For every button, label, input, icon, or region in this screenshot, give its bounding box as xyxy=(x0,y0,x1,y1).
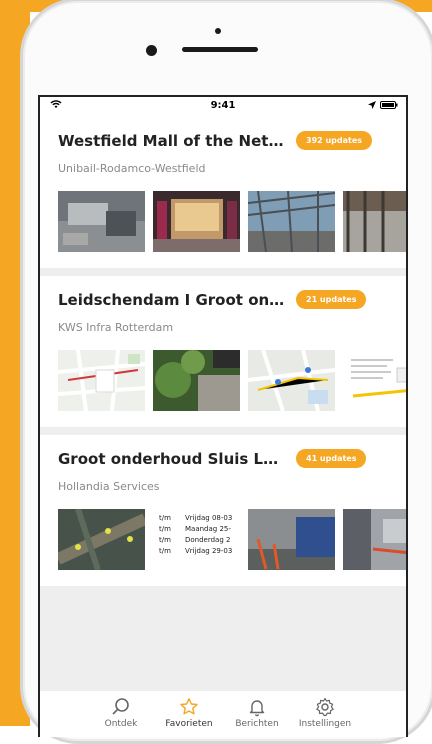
schedule-prefix: t/m xyxy=(159,514,171,522)
project-title: Leidschendam I Groot onderho... xyxy=(58,290,288,309)
tab-bar: Ontdek Favorieten Berichten Instellingen xyxy=(40,690,406,737)
schedule-thumbnail[interactable]: t/m Vrijdag 08-03 t/m Maandag 25- t/m Donde… xyxy=(153,509,240,570)
photo-thumbnail[interactable] xyxy=(248,509,335,570)
photo-thumbnail[interactable] xyxy=(248,191,335,252)
aerial-photo-thumbnail[interactable] xyxy=(58,509,145,570)
project-card[interactable]: Westfield Mall of the Netherla... 392 up… xyxy=(40,131,406,268)
schedule-date: Donderdag 2 xyxy=(185,536,231,544)
tab-instellingen[interactable]: Instellingen xyxy=(298,691,352,737)
earpiece-speaker xyxy=(182,47,258,52)
photo-strip xyxy=(58,191,406,252)
photo-strip: t/m Vrijdag 08-03 t/m Maandag 25- t/m Donde… xyxy=(58,509,406,570)
updates-badge: 41 updates xyxy=(296,449,367,468)
tab-label: Ontdek xyxy=(104,719,138,729)
schedule-date: Vrijdag 29-03 xyxy=(185,547,233,555)
battery-icon xyxy=(380,101,398,109)
photo-strip xyxy=(58,350,406,411)
search-icon xyxy=(112,698,129,715)
location-icon xyxy=(368,101,376,109)
project-company: Hollandia Services xyxy=(58,480,160,493)
project-title: Groot onderhoud Sluis Leidsch... xyxy=(58,449,288,468)
tab-favorieten[interactable]: Favorieten xyxy=(162,691,216,737)
photo-thumbnail[interactable] xyxy=(153,350,240,411)
front-camera xyxy=(146,45,157,56)
schedule-date: Vrijdag 08-03 xyxy=(185,514,233,522)
project-title: Westfield Mall of the Netherla... xyxy=(58,131,288,150)
photo-thumbnail[interactable] xyxy=(58,191,145,252)
updates-badge: 392 updates xyxy=(296,131,373,150)
schedule-prefix: t/m xyxy=(159,536,171,544)
photo-thumbnail[interactable] xyxy=(343,509,406,570)
schedule-prefix: t/m xyxy=(159,547,171,555)
map-thumbnail[interactable] xyxy=(248,350,335,411)
photo-thumbnail[interactable] xyxy=(153,191,240,252)
map-thumbnail[interactable] xyxy=(58,350,145,411)
status-bar: 9:41 xyxy=(40,97,406,115)
tab-label: Favorieten xyxy=(165,719,213,729)
tab-label: Instellingen xyxy=(298,719,352,729)
project-card[interactable]: Groot onderhoud Sluis Leidsch... 41 upda… xyxy=(40,435,406,586)
tab-ontdek[interactable]: Ontdek xyxy=(94,691,148,737)
gear-icon xyxy=(316,697,334,717)
tab-label: Berichten xyxy=(235,719,279,729)
photo-thumbnail[interactable] xyxy=(343,191,406,252)
bell-icon xyxy=(249,700,265,717)
project-company: Unibail-Rodamco-Westfield xyxy=(58,162,206,175)
status-time: 9:41 xyxy=(210,100,236,111)
star-icon xyxy=(180,698,198,715)
sensor-dot xyxy=(215,28,221,34)
schedule-prefix: t/m xyxy=(159,525,171,533)
project-card[interactable]: Leidschendam I Groot onderho... 21 updat… xyxy=(40,276,406,427)
app-screen: 9:41 Westfield Mall of the Netherla... 3… xyxy=(38,95,408,737)
tab-berichten[interactable]: Berichten xyxy=(230,691,284,737)
schedule-date: Maandag 25- xyxy=(185,525,231,533)
project-company: KWS Infra Rotterdam xyxy=(58,321,174,334)
document-thumbnail[interactable] xyxy=(343,350,406,411)
updates-badge: 21 updates xyxy=(296,290,367,309)
